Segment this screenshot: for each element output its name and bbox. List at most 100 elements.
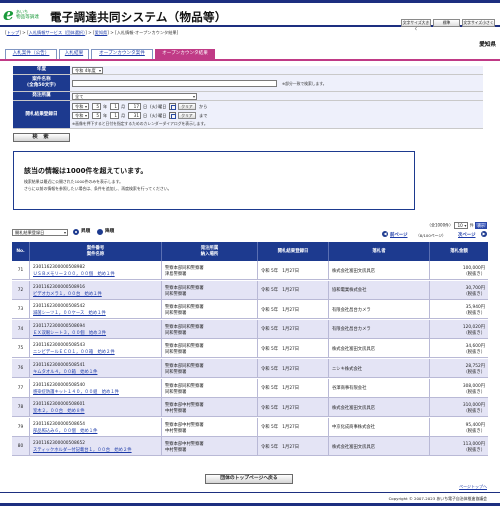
to-day-input[interactable]: 31 bbox=[128, 112, 141, 119]
table-header: No. 案件番号 案件名称 発注所属 納入場所 開札結果登録日 落札者 落札金額 bbox=[12, 242, 488, 261]
from-clear-button[interactable]: クリア bbox=[178, 103, 196, 110]
anken-name-link[interactable]: 室木２，００台 始め８件 bbox=[33, 408, 85, 414]
tab-bid-result[interactable]: 入札結果 bbox=[59, 49, 89, 59]
search-button[interactable]: 検 索 bbox=[13, 133, 70, 142]
breadcrumb-top[interactable]: トップ bbox=[7, 30, 20, 35]
from-era-select[interactable]: 令和 bbox=[72, 103, 89, 110]
anken-input[interactable] bbox=[72, 80, 277, 87]
cell-date: 令和 5年 1月27日 bbox=[258, 280, 329, 300]
font-small-button[interactable]: 文字サイズ小さく bbox=[462, 19, 495, 27]
to-clear-button[interactable]: クリア bbox=[178, 112, 196, 119]
tab-underline bbox=[0, 59, 500, 61]
from-month-input[interactable]: 1 bbox=[110, 103, 119, 110]
page-top-link[interactable]: ページトップへ bbox=[459, 484, 487, 490]
anken-name-link[interactable]: ＵＳＢメモリー２００，００個 始め１件 bbox=[33, 271, 115, 277]
logo-small-text: あいち bbox=[16, 9, 28, 14]
cell-anken: 2301162300000508542 滅菌シーツ１，００ケース 始め１件 bbox=[30, 300, 162, 320]
nonyu-place: 同和警察署 bbox=[165, 330, 187, 336]
copyright: Copyright © 2007-2023 あいち電子自治体推進協議会 bbox=[388, 496, 487, 501]
cell-amount: 34,600円 （税抜き） bbox=[430, 339, 488, 358]
back-to-top-button[interactable]: 団体のトップページへ戻る bbox=[205, 474, 293, 484]
anken-name-link[interactable]: 滅菌シーツ１，００ケース 始め１件 bbox=[33, 310, 106, 316]
hacchu-select[interactable]: 全て bbox=[72, 93, 197, 100]
to-weekday: (火) bbox=[150, 113, 158, 118]
anken-name-link[interactable]: ニンビデールＥＣＯ１，００箱 始め２件 bbox=[33, 349, 115, 355]
cell-date: 令和 5年 1月27日 bbox=[258, 437, 329, 457]
region-name: 愛知県 bbox=[479, 42, 496, 48]
next-page-link[interactable]: 次ページ bbox=[458, 232, 475, 238]
cell-anken: 2301162300000508601 室木２，００台 始め８件 bbox=[30, 398, 162, 418]
cell-hacchu: 警察本部同和警察署 同和警察署 bbox=[162, 378, 258, 398]
amount-tax-note: （税抜き） bbox=[463, 448, 485, 454]
anken-number: 2301162300000508540 bbox=[33, 382, 85, 388]
nendo-select[interactable]: 令和 4年度 bbox=[72, 67, 103, 74]
logo[interactable]: e あいち 物品等調達 bbox=[3, 7, 48, 25]
row-hacchu: 発注所属 全て bbox=[13, 92, 483, 101]
calendar-icon[interactable] bbox=[169, 112, 176, 119]
cell-anken: 2301162300000508654 部品照込み６，００個 始め１件 bbox=[30, 417, 162, 437]
from-day-input[interactable]: 17 bbox=[128, 103, 141, 110]
row-no: 76 bbox=[12, 359, 30, 378]
row-no: 71 bbox=[12, 261, 30, 280]
anken-name-link[interactable]: 感染症防護キット１４０，００組 始め１件 bbox=[33, 389, 119, 395]
header-winner: 落札者 bbox=[329, 242, 430, 261]
to-month-input[interactable]: 1 bbox=[110, 112, 119, 119]
row-no: 79 bbox=[12, 417, 30, 437]
table-row: 76 2301162300000508541 キムタオル４，００箱 始め１件 警察本部… bbox=[12, 359, 488, 378]
cell-hacchu: 警察本部中村警察署 中村警察署 bbox=[162, 398, 258, 418]
font-normal-button[interactable]: 標準 bbox=[433, 19, 460, 27]
cell-anken: 2301162300000508982 ＵＳＢメモリー２００，００個 始め１件 bbox=[30, 261, 162, 280]
anken-number: 2301162300000508982 bbox=[33, 265, 85, 270]
cell-anken: 2301172300000508694 ＥＸ双眼シート３，００個 始め３件 bbox=[30, 319, 162, 339]
cell-amount: 35,940円 （税抜き） bbox=[430, 300, 488, 319]
cell-winner: 株式会社富田文房具店 bbox=[329, 339, 430, 359]
sort-desc-radio[interactable] bbox=[97, 229, 103, 235]
anken-name-link[interactable]: ビデオカメラ１，００台 始め１件 bbox=[33, 291, 102, 297]
tab-bid-notice[interactable]: 入札案件（公告） bbox=[5, 49, 57, 59]
table-row: 77 2301162300000508540 感染症防護キット１４０，００組 始め１… bbox=[12, 378, 488, 398]
cell-winner: 株式会社富田文房具店 bbox=[329, 437, 430, 457]
amount-tax-note: （税抜き） bbox=[463, 409, 485, 415]
cell-winner: 有限会社昌台カメラ bbox=[329, 319, 430, 339]
cell-winner: 協和電業株式会社 bbox=[329, 280, 430, 300]
sort-field-select[interactable]: 開札結果登録日 bbox=[12, 229, 68, 236]
anken-name-link[interactable]: ＥＸ双眼シート３，００個 始め３件 bbox=[33, 330, 106, 336]
nonyu-place: 中村警察署 bbox=[165, 428, 187, 434]
amount-tax-note: （税抜き） bbox=[463, 389, 485, 395]
cell-date: 令和 5年 1月27日 bbox=[258, 398, 329, 418]
font-large-button[interactable]: 文字サイズ大きく bbox=[401, 19, 431, 31]
nonyu-place: 同和警察署 bbox=[165, 350, 187, 356]
tab-open-counter-result[interactable]: オープンカウンタ結果 bbox=[155, 49, 215, 59]
sort-asc-radio[interactable] bbox=[73, 229, 79, 235]
cell-winner: 中京化成商事株式会社 bbox=[329, 417, 430, 437]
to-year-input[interactable]: 5 bbox=[92, 112, 101, 119]
display-button[interactable]: 表示 bbox=[475, 222, 487, 229]
anken-name-link[interactable]: キムタオル４，００箱 始め１件 bbox=[33, 369, 97, 375]
row-anken: 案件名称 (全角50文字) ※部分一致で検索します。 bbox=[13, 75, 483, 92]
next-arrow-icon[interactable]: ▶ bbox=[481, 231, 487, 237]
header-date: 開札結果登録日 bbox=[258, 242, 329, 261]
breadcrumb-service[interactable]: 入札情報サービス（団体選択） bbox=[29, 30, 86, 35]
anken-name-link[interactable]: スティックホルダー付記載台１，００台 始め２件 bbox=[33, 447, 132, 453]
header-no: No. bbox=[12, 242, 30, 261]
nonyu-place: 同和警察署 bbox=[165, 370, 187, 375]
anken-number: 2301162300000508541 bbox=[33, 363, 85, 368]
prev-arrow-icon[interactable]: ◀ bbox=[382, 231, 388, 237]
table-row: 79 2301162300000508654 部品照込み６，００個 始め１件 警察本部… bbox=[12, 417, 488, 437]
breadcrumb-current: 入札情報-オープンカウンタ結果 bbox=[116, 30, 177, 35]
to-era-select[interactable]: 令和 bbox=[72, 112, 89, 119]
cell-winner: 株式会社富田文房具店 bbox=[329, 398, 430, 418]
prev-page-link[interactable]: 前ページ bbox=[390, 232, 407, 238]
from-year-input[interactable]: 5 bbox=[92, 103, 101, 110]
page-info: （8/100ページ） bbox=[416, 233, 446, 238]
cell-amount: 95,400円 （税抜き） bbox=[430, 418, 488, 437]
amount-tax-note: （税抜き） bbox=[463, 370, 485, 375]
anken-name-link[interactable]: 部品照込み６，００個 始め１件 bbox=[33, 428, 97, 434]
row-no: 77 bbox=[12, 378, 30, 398]
breadcrumb-pref[interactable]: 愛知県 bbox=[95, 30, 108, 35]
calendar-icon[interactable] bbox=[169, 103, 176, 110]
row-date: 開札結果登録日 令和 5 年 1 月 17 日 (火) 曜日 クリア から 令和… bbox=[13, 101, 483, 129]
label-hacchu: 発注所属 bbox=[13, 92, 70, 100]
tab-open-counter[interactable]: オープンカウンタ案件 bbox=[91, 49, 153, 59]
per-page-select[interactable]: 10 bbox=[454, 222, 469, 229]
